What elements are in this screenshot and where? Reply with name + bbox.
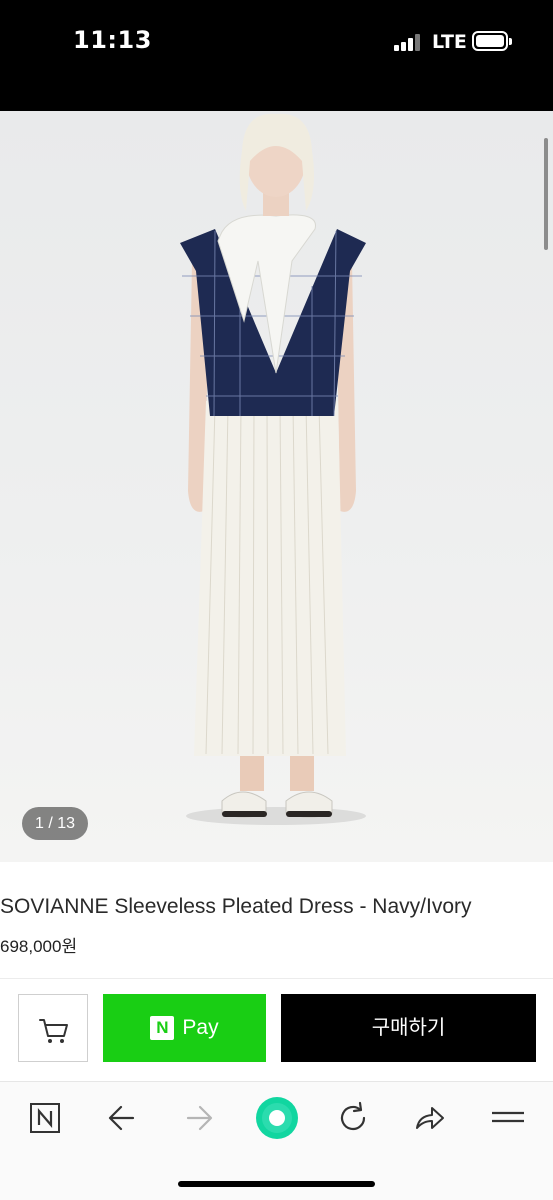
signal-icon xyxy=(394,33,424,51)
purchase-button[interactable]: 구매하기 xyxy=(281,994,536,1062)
image-counter: 1 / 13 xyxy=(22,807,88,840)
cart-button[interactable] xyxy=(18,994,88,1062)
reload-icon[interactable] xyxy=(333,1098,373,1138)
product-price: 698,000원 xyxy=(0,937,78,956)
back-arrow-icon[interactable] xyxy=(103,1098,143,1138)
menu-icon[interactable] xyxy=(488,1098,528,1138)
naver-pay-label: Pay xyxy=(182,1016,219,1039)
network-label: LTE xyxy=(432,31,467,53)
model-photo xyxy=(180,113,366,825)
share-icon[interactable] xyxy=(410,1098,450,1138)
product-title: SOVIANNE Sleeveless Pleated Dress - Navy… xyxy=(0,895,472,918)
green-dot-menu-icon[interactable] xyxy=(253,1094,301,1142)
naver-home-icon[interactable] xyxy=(25,1098,65,1138)
image-scroll-indicator xyxy=(544,138,548,250)
product-image[interactable] xyxy=(0,111,553,862)
naver-pay-button[interactable]: N Pay xyxy=(103,994,266,1062)
cart-icon xyxy=(39,1019,68,1043)
naver-n-logo-icon: N xyxy=(150,1016,175,1040)
home-indicator[interactable] xyxy=(178,1181,375,1187)
status-time: 11:13 xyxy=(73,26,152,54)
forward-arrow-icon[interactable] xyxy=(180,1098,220,1138)
status-bar: 11:13 LTE xyxy=(0,0,553,111)
battery-icon xyxy=(472,31,508,51)
